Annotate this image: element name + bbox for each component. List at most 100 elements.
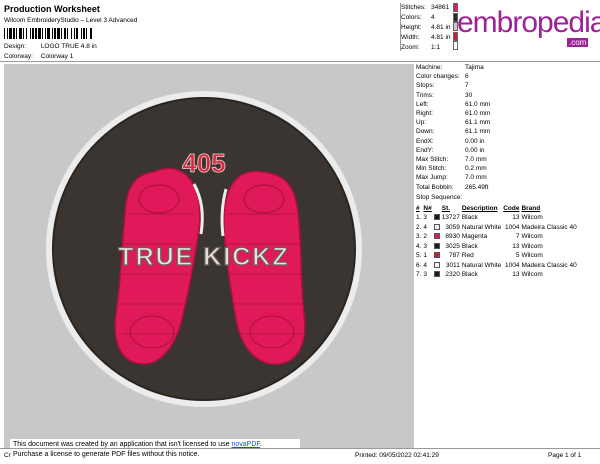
design-row: Design: LOGO TRUE 4.8 in — [4, 43, 97, 50]
right-label: Right: — [416, 110, 433, 118]
min-stitch-label: Min Stitch: — [416, 165, 447, 173]
zoom-label: Zoom: — [401, 44, 420, 51]
left-label: Left: — [416, 100, 429, 108]
stop-index: 2. — [416, 223, 422, 231]
summary-swatch — [453, 41, 458, 50]
printed-timestamp: Printed: 09/05/2022 02:41:29 — [355, 452, 439, 459]
barcode — [4, 28, 147, 39]
stop-brand: Wilcom — [521, 271, 543, 279]
header-description: Description — [461, 205, 498, 213]
stop-index: 3. — [416, 233, 422, 241]
stop-index: 6. — [416, 261, 422, 269]
header-index: # — [416, 205, 420, 213]
colorway-label: Colorway: — [4, 53, 33, 60]
stop-needle: 3 — [423, 271, 428, 279]
design-number-text: 405 — [182, 148, 225, 178]
total-bobbin-value: 265.49ft — [465, 183, 489, 191]
stop-description: Black — [461, 242, 478, 250]
stop-swatch — [433, 251, 442, 261]
stop-description: Black — [461, 271, 478, 279]
stop-row: 6. 4 3011 Natural White 1004 Madeira Classic … — [416, 261, 579, 271]
stops-label: Stops: — [416, 82, 435, 90]
color-changes-value: 6 — [465, 73, 469, 81]
colorway-row: Colorway: Colorway 1 — [4, 53, 73, 60]
stop-code: 1004 — [504, 261, 520, 269]
stop-description: Black — [461, 214, 478, 222]
stop-sequence-header: # N# St. Description Code Brand — [416, 204, 579, 213]
stop-stitches: 8930 — [445, 233, 460, 241]
stop-swatch — [433, 213, 442, 223]
stop-description: Natural White — [461, 261, 502, 269]
stop-description: Red — [461, 252, 474, 260]
stop-stitches: 3059 — [445, 223, 460, 231]
width-value: 4.81 in — [431, 34, 451, 41]
stop-code: 7 — [515, 233, 520, 241]
summary-stats: Stitches: 34861 Colors: 4 Height: 4.81 i… — [401, 3, 453, 53]
header-swatch — [434, 204, 442, 213]
design-label: Design: — [4, 43, 27, 50]
height-value: 4.81 in — [431, 24, 451, 31]
left-value: 61.0 mm — [465, 100, 491, 108]
total-bobbin-label: Total Bobbin: — [416, 183, 454, 191]
stop-needle: 1 — [423, 252, 428, 260]
stop-swatch — [433, 223, 442, 233]
stop-row: 4. 3 3025 Black 13 Wilcom — [416, 242, 579, 252]
stop-swatch — [433, 270, 442, 280]
width-label: Width: — [401, 34, 420, 41]
header-code: Code — [503, 205, 520, 213]
endx-value: 0.00 in — [465, 137, 485, 145]
stitches-value: 34861 — [431, 4, 450, 11]
stop-code: 13 — [512, 214, 520, 222]
stop-brand: Wilcom — [521, 252, 543, 260]
header-divider — [0, 61, 600, 62]
stop-stitches: 787 — [448, 252, 460, 260]
stop-row: 5. 1 787 Red 5 Wilcom — [416, 251, 579, 261]
max-stitch-label: Max Stitch: — [416, 156, 449, 164]
down-label: Down: — [416, 128, 435, 136]
up-value: 61.1 mm — [465, 119, 491, 127]
software-subtitle: Wilcom EmbroideryStudio – Level 3 Advanc… — [4, 17, 138, 24]
stop-stitches: 3025 — [445, 242, 460, 250]
stop-needle: 3 — [423, 242, 428, 250]
header-stitches: St. — [441, 205, 451, 213]
notice-text: This document was created by an applicat… — [13, 441, 232, 448]
header-brand: Brand — [521, 205, 541, 213]
height-label: Height: — [401, 24, 422, 31]
design-name: LOGO TRUE 4.8 in — [40, 43, 97, 50]
page-number: Page 1 of 1 — [548, 452, 582, 459]
up-label: Up: — [416, 119, 427, 127]
novapdf-link[interactable]: novaPDF — [231, 441, 259, 448]
stop-index: 4. — [416, 242, 422, 250]
stop-sequence-title: Stop Sequence: — [416, 193, 463, 201]
stop-sequence-table: # N# St. Description Code Brand 1. 3 13727… — [416, 204, 579, 280]
stop-needle: 3 — [423, 214, 428, 222]
endx-label: EndX: — [416, 137, 434, 145]
stop-swatch — [433, 232, 442, 242]
stops-value: 7 — [465, 82, 469, 90]
embropedia-logo: embropedia — [457, 6, 600, 39]
stop-swatch — [433, 242, 442, 252]
down-value: 61.1 mm — [465, 128, 491, 136]
stop-brand: Madeira Classic 40 — [521, 261, 577, 269]
zoom-value: 1:1 — [431, 44, 441, 51]
color-changes-label: Color changes: — [416, 73, 460, 81]
colors-value: 4 — [431, 14, 435, 21]
stop-code: 1004 — [504, 223, 520, 231]
endy-value: 0.00 in — [465, 146, 485, 154]
stop-stitches: 13727 — [441, 214, 460, 222]
stitches-label: Stitches: — [401, 4, 426, 11]
stop-brand: Madeira Classic 40 — [521, 223, 577, 231]
thread-color-swatch — [433, 242, 440, 249]
stop-row: 2. 4 3059 Natural White 1004 Madeira Classic … — [416, 223, 579, 233]
stop-brand: Wilcom — [521, 214, 543, 222]
stop-index: 7. — [416, 271, 422, 279]
header-needle: N# — [423, 205, 432, 213]
stop-code: 13 — [512, 271, 520, 279]
colorway-name: Colorway 1 — [40, 53, 74, 60]
machine-details: Machine: Tajima Color changes: 6 Stops: 7 T… — [416, 63, 600, 280]
embropedia-logo-com: .com — [567, 38, 589, 47]
machine-label: Machine: — [416, 64, 443, 71]
stop-needle: 4 — [423, 261, 428, 269]
trims-label: Trims: — [416, 91, 434, 99]
stop-needle: 2 — [423, 233, 428, 241]
